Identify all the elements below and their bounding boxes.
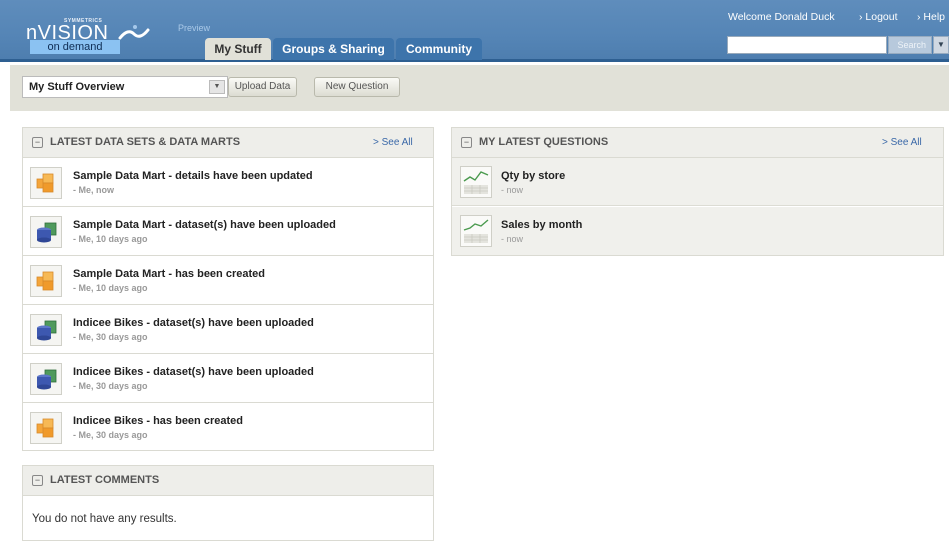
- nvision-logo[interactable]: SYMMETRICS nVISION on demand: [26, 12, 156, 56]
- list-item[interactable]: Qty by store - now: [452, 158, 943, 206]
- datamart-icon: [30, 167, 62, 199]
- search-input[interactable]: [727, 36, 887, 54]
- dataset-icon: [30, 216, 62, 248]
- list-item-meta: - Me, now: [73, 185, 114, 195]
- list-item[interactable]: Sales by month - now: [452, 207, 943, 255]
- list-item[interactable]: Indicee Bikes - dataset(s) have been upl…: [23, 354, 433, 403]
- dataset-icon: [30, 314, 62, 346]
- datasets-panel: − LATEST DATA SETS & DATA MARTS > See Al…: [22, 127, 434, 451]
- tab-my-stuff[interactable]: My Stuff: [205, 38, 271, 60]
- datamart-icon: [30, 265, 62, 297]
- preview-label: Preview: [178, 23, 211, 33]
- comments-panel-title: LATEST COMMENTS: [50, 474, 160, 486]
- logo-subtitle: on demand: [30, 40, 120, 54]
- collapse-icon[interactable]: −: [32, 475, 43, 486]
- list-item[interactable]: Indicee Bikes - has been created - Me, 3…: [23, 403, 433, 452]
- list-item[interactable]: Indicee Bikes - dataset(s) have been upl…: [23, 305, 433, 354]
- list-item-title: Indicee Bikes - dataset(s) have been upl…: [73, 366, 314, 378]
- question-title: Qty by store: [501, 170, 566, 182]
- questions-panel-title: MY LATEST QUESTIONS: [479, 136, 609, 148]
- tab-groups-sharing[interactable]: Groups & Sharing: [273, 38, 394, 60]
- list-item-title: Sample Data Mart - has been created: [73, 268, 265, 280]
- list-item-title: Indicee Bikes - dataset(s) have been upl…: [73, 317, 314, 329]
- header-bar: SYMMETRICS nVISION on demand Preview My …: [0, 0, 949, 62]
- view-select-value: My Stuff Overview: [29, 81, 125, 93]
- page: SYMMETRICS nVISION on demand Preview My …: [0, 0, 949, 558]
- welcome-text: Welcome Donald Duck: [728, 11, 835, 23]
- list-item[interactable]: Sample Data Mart - has been created - Me…: [23, 256, 433, 305]
- view-select[interactable]: My Stuff Overview ▼: [22, 76, 228, 98]
- list-item[interactable]: Sample Data Mart - details have been upd…: [23, 158, 433, 207]
- search-button[interactable]: Search: [888, 36, 932, 54]
- datasets-see-all-link[interactable]: > See All: [373, 137, 413, 148]
- list-item[interactable]: Sample Data Mart - dataset(s) have been …: [23, 207, 433, 256]
- dataset-icon: [30, 363, 62, 395]
- comments-panel-header: − LATEST COMMENTS: [23, 466, 433, 496]
- list-item-title: Sample Data Mart - details have been upd…: [73, 170, 313, 182]
- list-item-meta: - Me, 10 days ago: [73, 283, 148, 293]
- question-meta: - now: [501, 185, 524, 195]
- questions-panel-header: − MY LATEST QUESTIONS > See All: [452, 128, 943, 158]
- comments-panel: − LATEST COMMENTS You do not have any re…: [22, 465, 434, 541]
- datasets-panel-title: LATEST DATA SETS & DATA MARTS: [50, 136, 241, 148]
- search-options-dropdown[interactable]: ▼: [933, 36, 949, 54]
- questions-see-all-link[interactable]: > See All: [882, 137, 922, 148]
- list-item-title: Indicee Bikes - has been created: [73, 415, 243, 427]
- tab-community[interactable]: Community: [396, 38, 482, 60]
- toolbar: My Stuff Overview ▼ Upload Data New Ques…: [10, 65, 949, 111]
- datasets-panel-header: − LATEST DATA SETS & DATA MARTS > See Al…: [23, 128, 433, 158]
- logo-mark-icon: [118, 25, 150, 40]
- new-question-button[interactable]: New Question: [314, 77, 400, 97]
- list-item-meta: - Me, 30 days ago: [73, 381, 148, 391]
- list-item-meta: - Me, 10 days ago: [73, 234, 148, 244]
- datamart-icon: [30, 412, 62, 444]
- question-meta: - now: [501, 234, 524, 244]
- collapse-icon[interactable]: −: [461, 137, 472, 148]
- upload-data-button[interactable]: Upload Data: [228, 77, 297, 97]
- list-item-meta: - Me, 30 days ago: [73, 430, 148, 440]
- list-item-meta: - Me, 30 days ago: [73, 332, 148, 342]
- logout-link[interactable]: › Logout: [859, 11, 898, 23]
- list-item-title: Sample Data Mart - dataset(s) have been …: [73, 219, 336, 231]
- chart-icon: [460, 215, 492, 247]
- questions-panel: − MY LATEST QUESTIONS > See All Qty by s…: [451, 127, 944, 256]
- empty-results-text: You do not have any results.: [32, 513, 177, 525]
- chevron-down-icon[interactable]: ▼: [209, 80, 225, 94]
- chart-icon: [460, 166, 492, 198]
- question-title: Sales by month: [501, 219, 583, 231]
- help-link[interactable]: › Help: [917, 11, 945, 23]
- collapse-icon[interactable]: −: [32, 137, 43, 148]
